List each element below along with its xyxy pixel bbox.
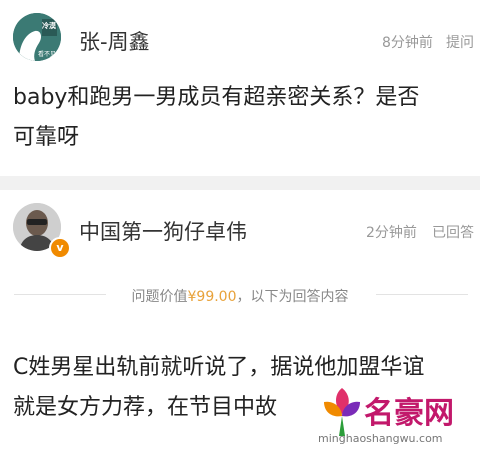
avatar-caption-top: 冷漠 bbox=[42, 22, 56, 30]
watermark-brand: 名豪网 bbox=[364, 396, 454, 431]
site-watermark: 名豪网 minghaoshangwu.com bbox=[312, 372, 480, 449]
question-status: 提问 bbox=[446, 35, 474, 51]
value-prefix: 问题价值 bbox=[131, 289, 188, 305]
section-divider bbox=[0, 176, 480, 190]
question-value-text: 问题价值¥99.00，以下为回答内容 bbox=[0, 286, 480, 306]
answer-text-line2[interactable]: 就是女方力荐，在节目中故 bbox=[13, 388, 277, 428]
question-text-line2[interactable]: 可靠呀 bbox=[13, 118, 79, 158]
value-suffix: ，以下为回答内容 bbox=[236, 289, 349, 305]
question-price: ¥99.00 bbox=[187, 289, 237, 305]
question-author-avatar[interactable]: 冷漠 看不见 bbox=[13, 13, 61, 61]
question-author-name[interactable]: 张-周鑫 bbox=[79, 26, 150, 56]
answer-status: 已回答 bbox=[432, 225, 474, 241]
verified-badge-icon: v bbox=[49, 237, 71, 259]
answer-time: 2分钟前 bbox=[366, 225, 417, 241]
question-card: 冷漠 看不见 张-周鑫 8分钟前 提问 baby和跑男一男成员有超亲密关系？是否… bbox=[0, 0, 480, 176]
question-value-row: 问题价值¥99.00，以下为回答内容 bbox=[0, 282, 480, 308]
question-time: 8分钟前 bbox=[382, 35, 433, 51]
question-text-line1[interactable]: baby和跑男一男成员有超亲密关系？是否 bbox=[13, 78, 419, 118]
avatar-caption-bottom: 看不见 bbox=[38, 51, 57, 58]
watermark-logo-icon bbox=[324, 388, 360, 436]
answer-author-name[interactable]: 中国第一狗仔卓伟 bbox=[79, 216, 247, 246]
watermark-url: minghaoshangwu.com bbox=[318, 432, 443, 445]
